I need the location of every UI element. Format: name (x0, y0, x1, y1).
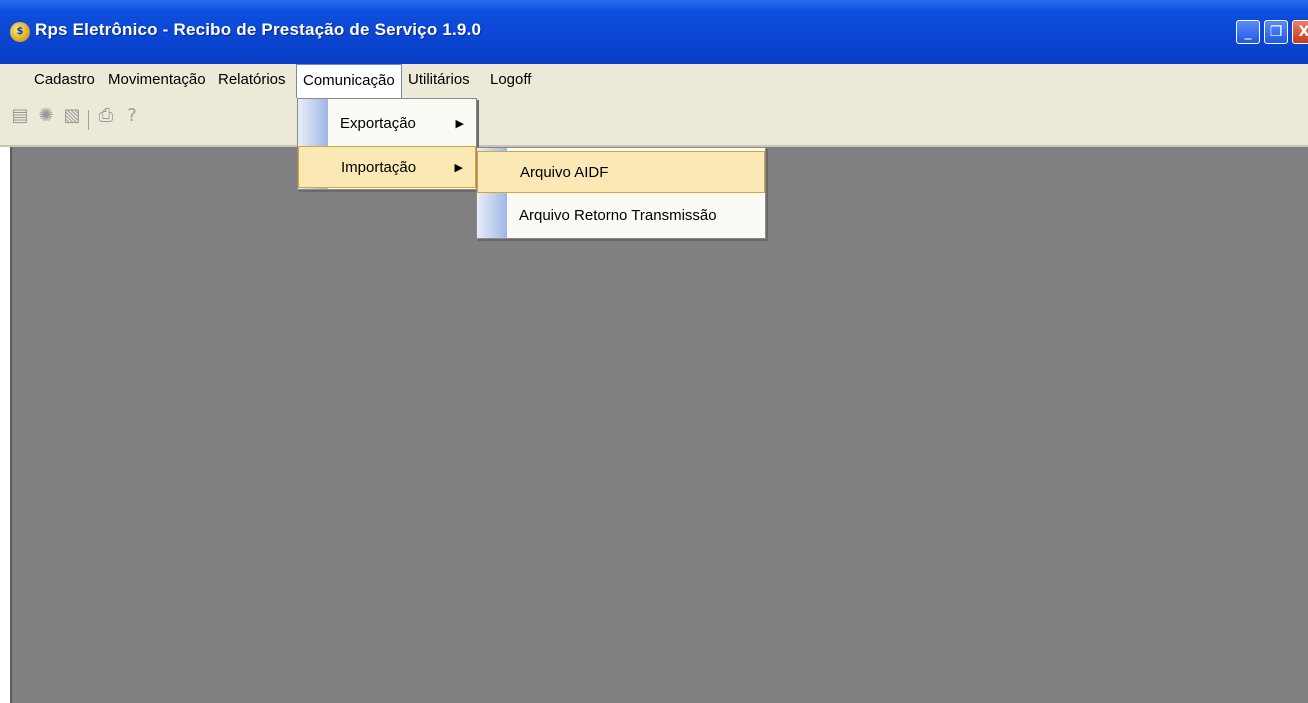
menu-utilitarios[interactable]: Utilitários (402, 64, 476, 98)
restore-button[interactable]: ❐ (1264, 20, 1288, 44)
app-coin-icon[interactable]: $ (10, 22, 30, 42)
menu-item-importacao[interactable]: Importação ▶ (298, 146, 476, 188)
window-title: Rps Eletrônico - Recibo de Prestação de … (35, 20, 482, 39)
menu-item-label: Arquivo AIDF (520, 164, 609, 181)
save-icon[interactable]: ▤ (10, 106, 30, 126)
importacao-submenu: Arquivo AIDF Arquivo Retorno Transmissão (476, 147, 766, 239)
edit-icon[interactable]: ▧ (62, 106, 82, 126)
comunicacao-dropdown: Exportação ▶ Importação ▶ (297, 98, 477, 190)
menu-item-arquivo-aidf[interactable]: Arquivo AIDF (477, 151, 765, 193)
submenu-arrow-icon: ▶ (455, 118, 464, 130)
toolbar: ▤ ✺ ▧ ⎙ ? (0, 98, 1308, 147)
menu-relatorios[interactable]: Relatórios (212, 64, 292, 98)
close-button[interactable]: X (1292, 20, 1308, 44)
menu-item-exportacao[interactable]: Exportação ▶ (298, 103, 476, 145)
menu-item-label: Exportação (340, 115, 416, 132)
minimize-button[interactable]: _ (1236, 20, 1260, 44)
menu-logoff[interactable]: Logoff (484, 64, 537, 98)
menu-movimentacao[interactable]: Movimentação (102, 64, 212, 98)
menu-comunicacao[interactable]: Comunicação (296, 64, 402, 98)
title-bar[interactable]: $ Rps Eletrônico - Recibo de Prestação d… (0, 0, 1308, 64)
menu-item-arquivo-retorno[interactable]: Arquivo Retorno Transmissão (477, 195, 765, 237)
menu-cadastro[interactable]: Cadastro (28, 64, 101, 98)
menu-item-label: Arquivo Retorno Transmissão (519, 207, 717, 224)
menu-item-label: Importação (341, 159, 417, 176)
submenu-arrow-icon: ▶ (454, 162, 463, 174)
toolbar-separator (88, 110, 89, 130)
help-icon[interactable]: ? (122, 106, 142, 126)
menu-bar: Cadastro Movimentação Relatórios Comunic… (0, 64, 1308, 99)
settings-icon[interactable]: ✺ (36, 106, 56, 126)
print-icon[interactable]: ⎙ (96, 106, 116, 126)
